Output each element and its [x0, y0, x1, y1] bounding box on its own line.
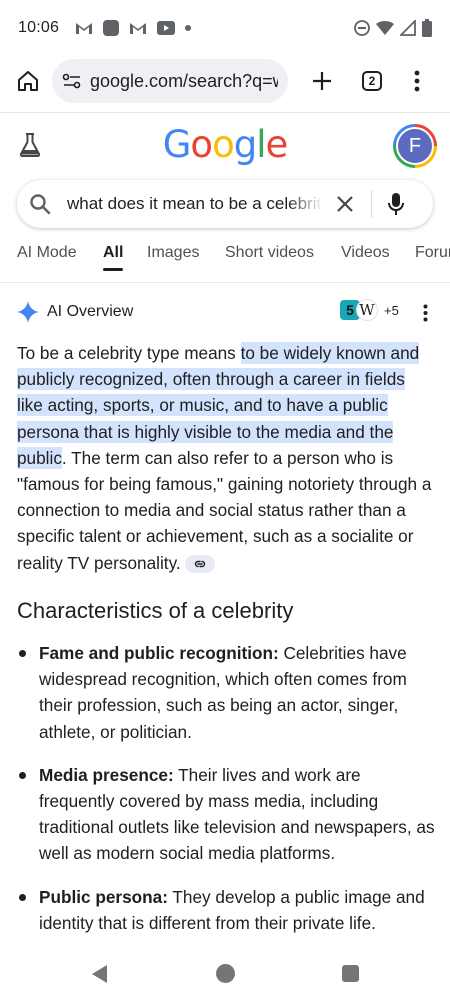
status-bar: 10:06 [0, 0, 450, 56]
url-text: google.com/search?q=w [90, 70, 278, 91]
source-link-chip[interactable] [184, 555, 215, 574]
search-box[interactable]: what does it mean to be a celebrity [17, 180, 433, 228]
more-sources-count: +5 [384, 302, 399, 318]
item-title: Public persona: [39, 886, 168, 907]
home-button[interactable] [10, 63, 46, 99]
search-divider [371, 190, 372, 218]
tab-forums[interactable]: Forums [415, 244, 450, 262]
search-input[interactable]: what does it mean to be a celebrity [67, 194, 323, 214]
tabs-divider [0, 282, 450, 283]
ai-sources-button[interactable]: 5 W +5 [340, 299, 399, 321]
do-not-disturb-icon [354, 20, 370, 36]
wifi-icon [376, 21, 394, 35]
item-title: Media presence: [39, 764, 174, 785]
tab-images[interactable]: Images [147, 244, 199, 262]
list-item: Fame and public recognition: Celebrities… [17, 640, 437, 745]
ai-sparkle-icon [17, 301, 39, 323]
characteristics-list: Fame and public recognition: Celebrities… [17, 640, 437, 953]
characteristics-heading: Characteristics of a celebrity [17, 598, 294, 623]
search-tabs: AI Mode All Images Short videos Videos F… [0, 238, 450, 274]
tab-ai-mode[interactable]: AI Mode [17, 244, 77, 262]
tab-count: 2 [362, 71, 382, 91]
bullet-dot [19, 650, 26, 657]
list-item: Public persona: They develop a public im… [17, 884, 437, 936]
home-nav-icon[interactable] [216, 964, 235, 983]
new-tab-button[interactable] [304, 63, 340, 99]
ai-overview-more-icon[interactable] [415, 302, 435, 324]
link-icon [194, 560, 205, 568]
toolbar-divider [0, 112, 450, 113]
ai-overview-header: AI Overview 5 W +5 [17, 296, 437, 328]
system-navigation-bar [0, 948, 450, 1000]
tab-videos[interactable]: Videos [341, 244, 390, 262]
tab-short-videos[interactable]: Short videos [225, 244, 314, 262]
ai-overview-label: AI Overview [47, 303, 134, 320]
google-logo[interactable]: Google [0, 123, 450, 166]
browser-toolbar: google.com/search?q=w 2 [0, 56, 450, 106]
list-item: Media presence: Their lives and work are… [17, 762, 437, 867]
app-notification-icon [103, 20, 120, 36]
status-time: 10:06 [18, 19, 60, 36]
browser-menu-icon[interactable] [402, 63, 432, 99]
gmail-icon [75, 21, 93, 35]
google-header: Google F [0, 118, 450, 174]
wikipedia-source-icon: W [356, 299, 378, 321]
bullet-dot [19, 771, 26, 779]
item-title: Fame and public recognition: [39, 643, 279, 663]
tab-all[interactable]: All [103, 244, 124, 271]
tab-switcher-button[interactable]: 2 [354, 63, 390, 99]
ai-overview-text: To be a celebrity type means to be widel… [17, 340, 433, 576]
voice-search-mic-icon[interactable] [382, 190, 410, 218]
avatar: F [396, 127, 434, 165]
youtube-icon [157, 21, 176, 35]
search-icon [29, 193, 51, 215]
clear-search-icon[interactable] [331, 190, 359, 218]
more-notifications-dot-icon [185, 25, 192, 31]
ai-text-intro: To be a celebrity type means [17, 343, 241, 363]
back-icon[interactable] [90, 964, 108, 989]
ai-text-rest: . The term can also refer to a person wh… [17, 447, 432, 573]
address-bar[interactable]: google.com/search?q=w [52, 59, 288, 103]
bullet-dot [19, 893, 26, 901]
gmail-icon [129, 21, 147, 35]
battery-icon [422, 19, 432, 37]
cell-signal-icon [400, 20, 416, 36]
recent-apps-icon[interactable] [342, 965, 359, 982]
account-avatar-button[interactable]: F [393, 124, 437, 168]
site-settings-icon[interactable] [62, 73, 82, 89]
